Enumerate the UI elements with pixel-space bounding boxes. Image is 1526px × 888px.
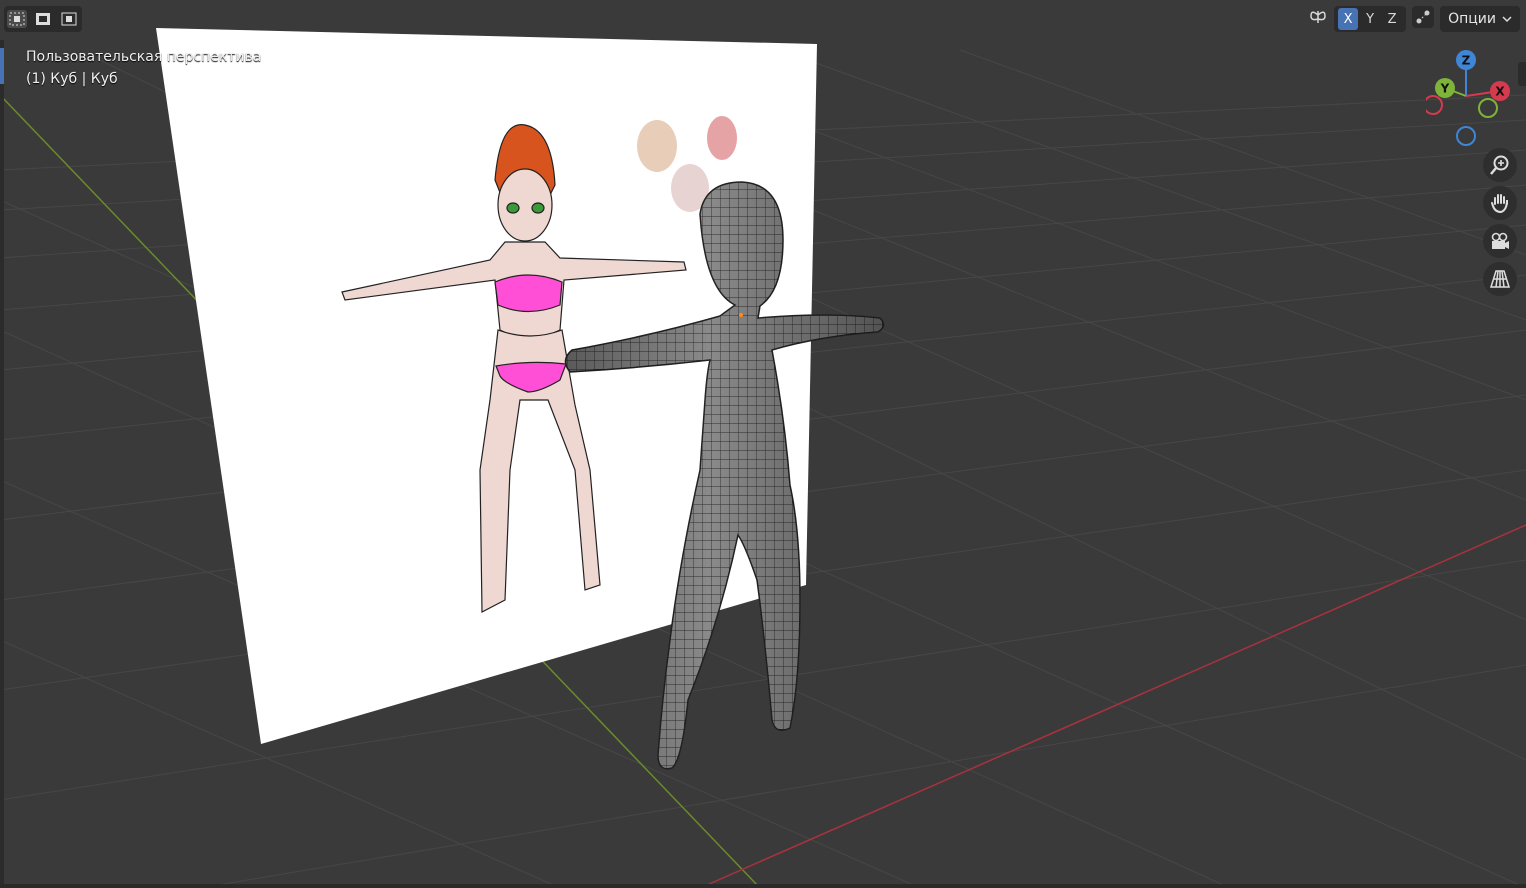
options-label: Опции xyxy=(1448,11,1496,27)
zoom-icon[interactable] xyxy=(1483,148,1517,182)
3d-viewport[interactable] xyxy=(0,0,1526,888)
gizmo-x-negative xyxy=(1478,98,1498,118)
snapping-icon[interactable] xyxy=(1412,6,1435,32)
options-dropdown[interactable]: Опции xyxy=(1440,6,1520,32)
camera-icon[interactable] xyxy=(1483,224,1517,258)
toolbar-tab[interactable] xyxy=(0,48,4,84)
viewport-header: X Y Z Опции xyxy=(0,0,1526,40)
viewport-info: Пользовательская перспектива (1) Куб | К… xyxy=(26,46,261,90)
butterfly-symmetry-icon[interactable] xyxy=(1308,7,1328,31)
axis-x-line xyxy=(699,524,1526,888)
select-box-icon[interactable] xyxy=(7,10,27,28)
gizmo-x-label: X xyxy=(1495,85,1505,99)
gizmo-y-negative xyxy=(1423,95,1443,115)
viewport-bottom-edge xyxy=(0,884,1526,888)
navigation-gizmo[interactable]: Z X Y xyxy=(1423,44,1526,154)
gizmo-z-negative xyxy=(1456,126,1476,146)
skin-swatch xyxy=(637,120,677,172)
gizmo-y-label: Y xyxy=(1440,82,1450,96)
mirror-z-toggle[interactable]: Z xyxy=(1382,8,1402,30)
mirror-axis-group: X Y Z xyxy=(1334,6,1407,32)
selection-mode-group xyxy=(4,6,82,32)
toolbar-edge xyxy=(0,40,4,888)
pan-hand-icon[interactable] xyxy=(1483,186,1517,220)
perspective-grid-icon[interactable] xyxy=(1483,262,1517,296)
select-subtract-icon[interactable] xyxy=(59,10,79,28)
mirror-y-toggle[interactable]: Y xyxy=(1360,8,1380,30)
navigation-buttons xyxy=(1483,148,1519,300)
select-extend-icon[interactable] xyxy=(33,10,53,28)
header-right-tools: X Y Z Опции xyxy=(1308,6,1520,32)
view-name: Пользовательская перспектива xyxy=(26,49,262,65)
mirror-x-toggle[interactable]: X xyxy=(1338,8,1359,30)
blush-swatch xyxy=(707,116,737,160)
gizmo-z-label: Z xyxy=(1462,54,1471,68)
active-object-name: (1) Куб | Куб xyxy=(26,71,118,87)
viewport-canvas[interactable] xyxy=(0,0,1526,888)
chevron-down-icon xyxy=(1502,11,1512,27)
